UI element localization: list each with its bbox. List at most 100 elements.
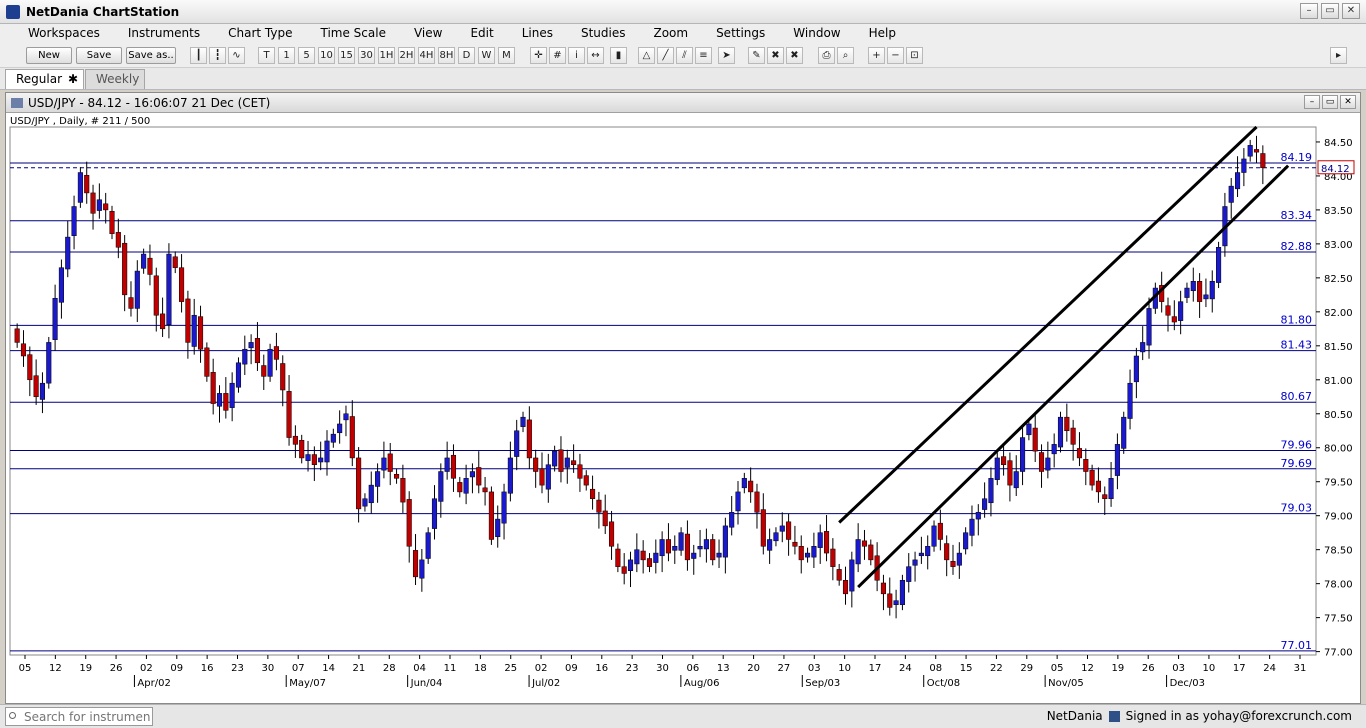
minimize-button[interactable]: – bbox=[1300, 3, 1318, 19]
menu-bar: Workspaces Instruments Chart Type Time S… bbox=[0, 24, 1366, 44]
candle-body bbox=[235, 362, 242, 388]
chart-minimize-button[interactable]: – bbox=[1304, 95, 1320, 109]
tab-close-icon[interactable]: ✱ bbox=[68, 70, 78, 88]
candle-body bbox=[14, 328, 20, 343]
menu-studies[interactable]: Studies bbox=[553, 24, 626, 44]
menu-window[interactable]: Window bbox=[765, 24, 840, 44]
zoom-in-icon[interactable]: + bbox=[868, 47, 885, 64]
menu-lines[interactable]: Lines bbox=[494, 24, 553, 44]
menu-settings[interactable]: Settings bbox=[688, 24, 765, 44]
menu-time-scale[interactable]: Time Scale bbox=[292, 24, 385, 44]
candle-body bbox=[590, 488, 596, 499]
timescale-w-button[interactable]: W bbox=[478, 47, 495, 64]
timescale-4h-button[interactable]: 4H bbox=[418, 47, 435, 64]
candle-body bbox=[1127, 382, 1133, 419]
timescale-1h-button[interactable]: 1H bbox=[378, 47, 395, 64]
candle-body bbox=[305, 454, 311, 461]
timescale-d-button[interactable]: D bbox=[458, 47, 475, 64]
zoom-fit-icon[interactable]: ⊡ bbox=[906, 47, 923, 64]
timescale-2h-button[interactable]: 2H bbox=[398, 47, 415, 64]
zoom-out-icon[interactable]: − bbox=[887, 47, 904, 64]
candle-body bbox=[337, 423, 343, 434]
save-button[interactable]: Save bbox=[76, 47, 122, 64]
x-tick-label: 13 bbox=[717, 663, 730, 674]
restore-button[interactable]: ▭ bbox=[1321, 3, 1339, 19]
chart-close-button[interactable]: ✕ bbox=[1340, 95, 1356, 109]
delete-all-icon[interactable]: ✖ bbox=[786, 47, 803, 64]
price-chart[interactable]: USD/JPY , Daily, # 211 / 500 77.00 77.50 78… bbox=[6, 113, 1360, 703]
candle-chart-icon[interactable]: ┇ bbox=[209, 47, 226, 64]
menu-help[interactable]: Help bbox=[841, 24, 896, 44]
timescale-15-button[interactable]: 15 bbox=[338, 47, 355, 64]
new-button[interactable]: New bbox=[26, 47, 72, 64]
candle-body bbox=[786, 521, 792, 540]
delete-icon[interactable]: ✖ bbox=[767, 47, 784, 64]
candle-body bbox=[210, 372, 216, 404]
candle-body bbox=[109, 211, 115, 234]
candle-body bbox=[412, 550, 419, 578]
candle-body bbox=[128, 297, 134, 309]
close-button[interactable]: ✕ bbox=[1342, 3, 1360, 19]
channel-icon[interactable]: ⫽ bbox=[676, 47, 693, 64]
timescale-8h-button[interactable]: 8H bbox=[438, 47, 455, 64]
timescale-5-button[interactable]: 5 bbox=[298, 47, 315, 64]
level-label: 81.43 bbox=[1281, 339, 1313, 352]
status-bar: NetDania Signed in as yohay@forexcrunch.… bbox=[0, 704, 1366, 728]
trendline-icon[interactable]: ╱ bbox=[657, 47, 674, 64]
tab-weekly[interactable]: Weekly bbox=[85, 69, 145, 89]
candle-body bbox=[147, 257, 153, 275]
candle-body bbox=[754, 491, 760, 513]
line-chart-icon[interactable]: ∿ bbox=[228, 47, 245, 64]
candle-body bbox=[254, 338, 260, 364]
candle-body bbox=[691, 552, 697, 559]
timescale-10-button[interactable]: 10 bbox=[318, 47, 335, 64]
menu-instruments[interactable]: Instruments bbox=[100, 24, 200, 44]
y-tick-label: 77.50 bbox=[1324, 614, 1353, 625]
crosshair-icon[interactable]: ✛ bbox=[530, 47, 547, 64]
arrows-icon[interactable]: ↔ bbox=[587, 47, 604, 64]
menu-workspaces[interactable]: Workspaces bbox=[0, 24, 100, 44]
fibonacci-icon[interactable]: ≡ bbox=[695, 47, 712, 64]
cursor-icon[interactable]: ➤ bbox=[718, 47, 735, 64]
candle-body bbox=[400, 478, 406, 503]
candle-body bbox=[741, 478, 747, 489]
panel-toggle-icon[interactable]: ▸ bbox=[1330, 47, 1347, 64]
x-tick-label: 03 bbox=[808, 663, 821, 674]
grid-icon[interactable]: # bbox=[549, 47, 566, 64]
candle-body bbox=[1241, 158, 1247, 173]
candle-body bbox=[248, 342, 254, 349]
candle-body bbox=[1184, 287, 1190, 298]
menu-zoom[interactable]: Zoom bbox=[625, 24, 688, 44]
timescale-m-button[interactable]: M bbox=[498, 47, 515, 64]
x-tick-label: 10 bbox=[838, 663, 851, 674]
info-icon[interactable]: i bbox=[568, 47, 585, 64]
timescale-t-button[interactable]: T bbox=[258, 47, 275, 64]
timescale-30-button[interactable]: 30 bbox=[358, 47, 375, 64]
bell-icon[interactable]: △ bbox=[638, 47, 655, 64]
candle-body bbox=[817, 532, 823, 548]
app-titlebar: NetDania ChartStation – ▭ ✕ bbox=[0, 0, 1366, 24]
candle-body bbox=[1001, 456, 1007, 465]
timescale-1-button[interactable]: 1 bbox=[278, 47, 295, 64]
bar-chart-icon[interactable]: ┃ bbox=[190, 47, 207, 64]
chart-restore-button[interactable]: ▭ bbox=[1322, 95, 1338, 109]
volume-icon[interactable]: ▮ bbox=[610, 47, 627, 64]
y-tick-label: 79.50 bbox=[1324, 478, 1353, 489]
menu-view[interactable]: View bbox=[386, 24, 442, 44]
menu-edit[interactable]: Edit bbox=[442, 24, 493, 44]
save-as-button[interactable]: Save as.. bbox=[126, 47, 176, 64]
month-label: Jun/04 bbox=[410, 678, 443, 689]
candle-body bbox=[330, 433, 336, 443]
x-tick-label: 20 bbox=[747, 663, 760, 674]
pen-icon[interactable]: ✎ bbox=[748, 47, 765, 64]
menu-chart-type[interactable]: Chart Type bbox=[200, 24, 292, 44]
candle-body bbox=[463, 478, 469, 494]
search-input[interactable] bbox=[5, 707, 153, 726]
print-icon[interactable]: ⎙ bbox=[818, 47, 835, 64]
tab-regular[interactable]: Regular ✱ bbox=[5, 69, 84, 89]
x-tick-label: 22 bbox=[990, 663, 1003, 674]
print-preview-icon[interactable]: ⌕ bbox=[837, 47, 854, 64]
x-tick-label: 15 bbox=[960, 663, 973, 674]
x-tick-label: 03 bbox=[1172, 663, 1185, 674]
candle-body bbox=[96, 199, 102, 211]
